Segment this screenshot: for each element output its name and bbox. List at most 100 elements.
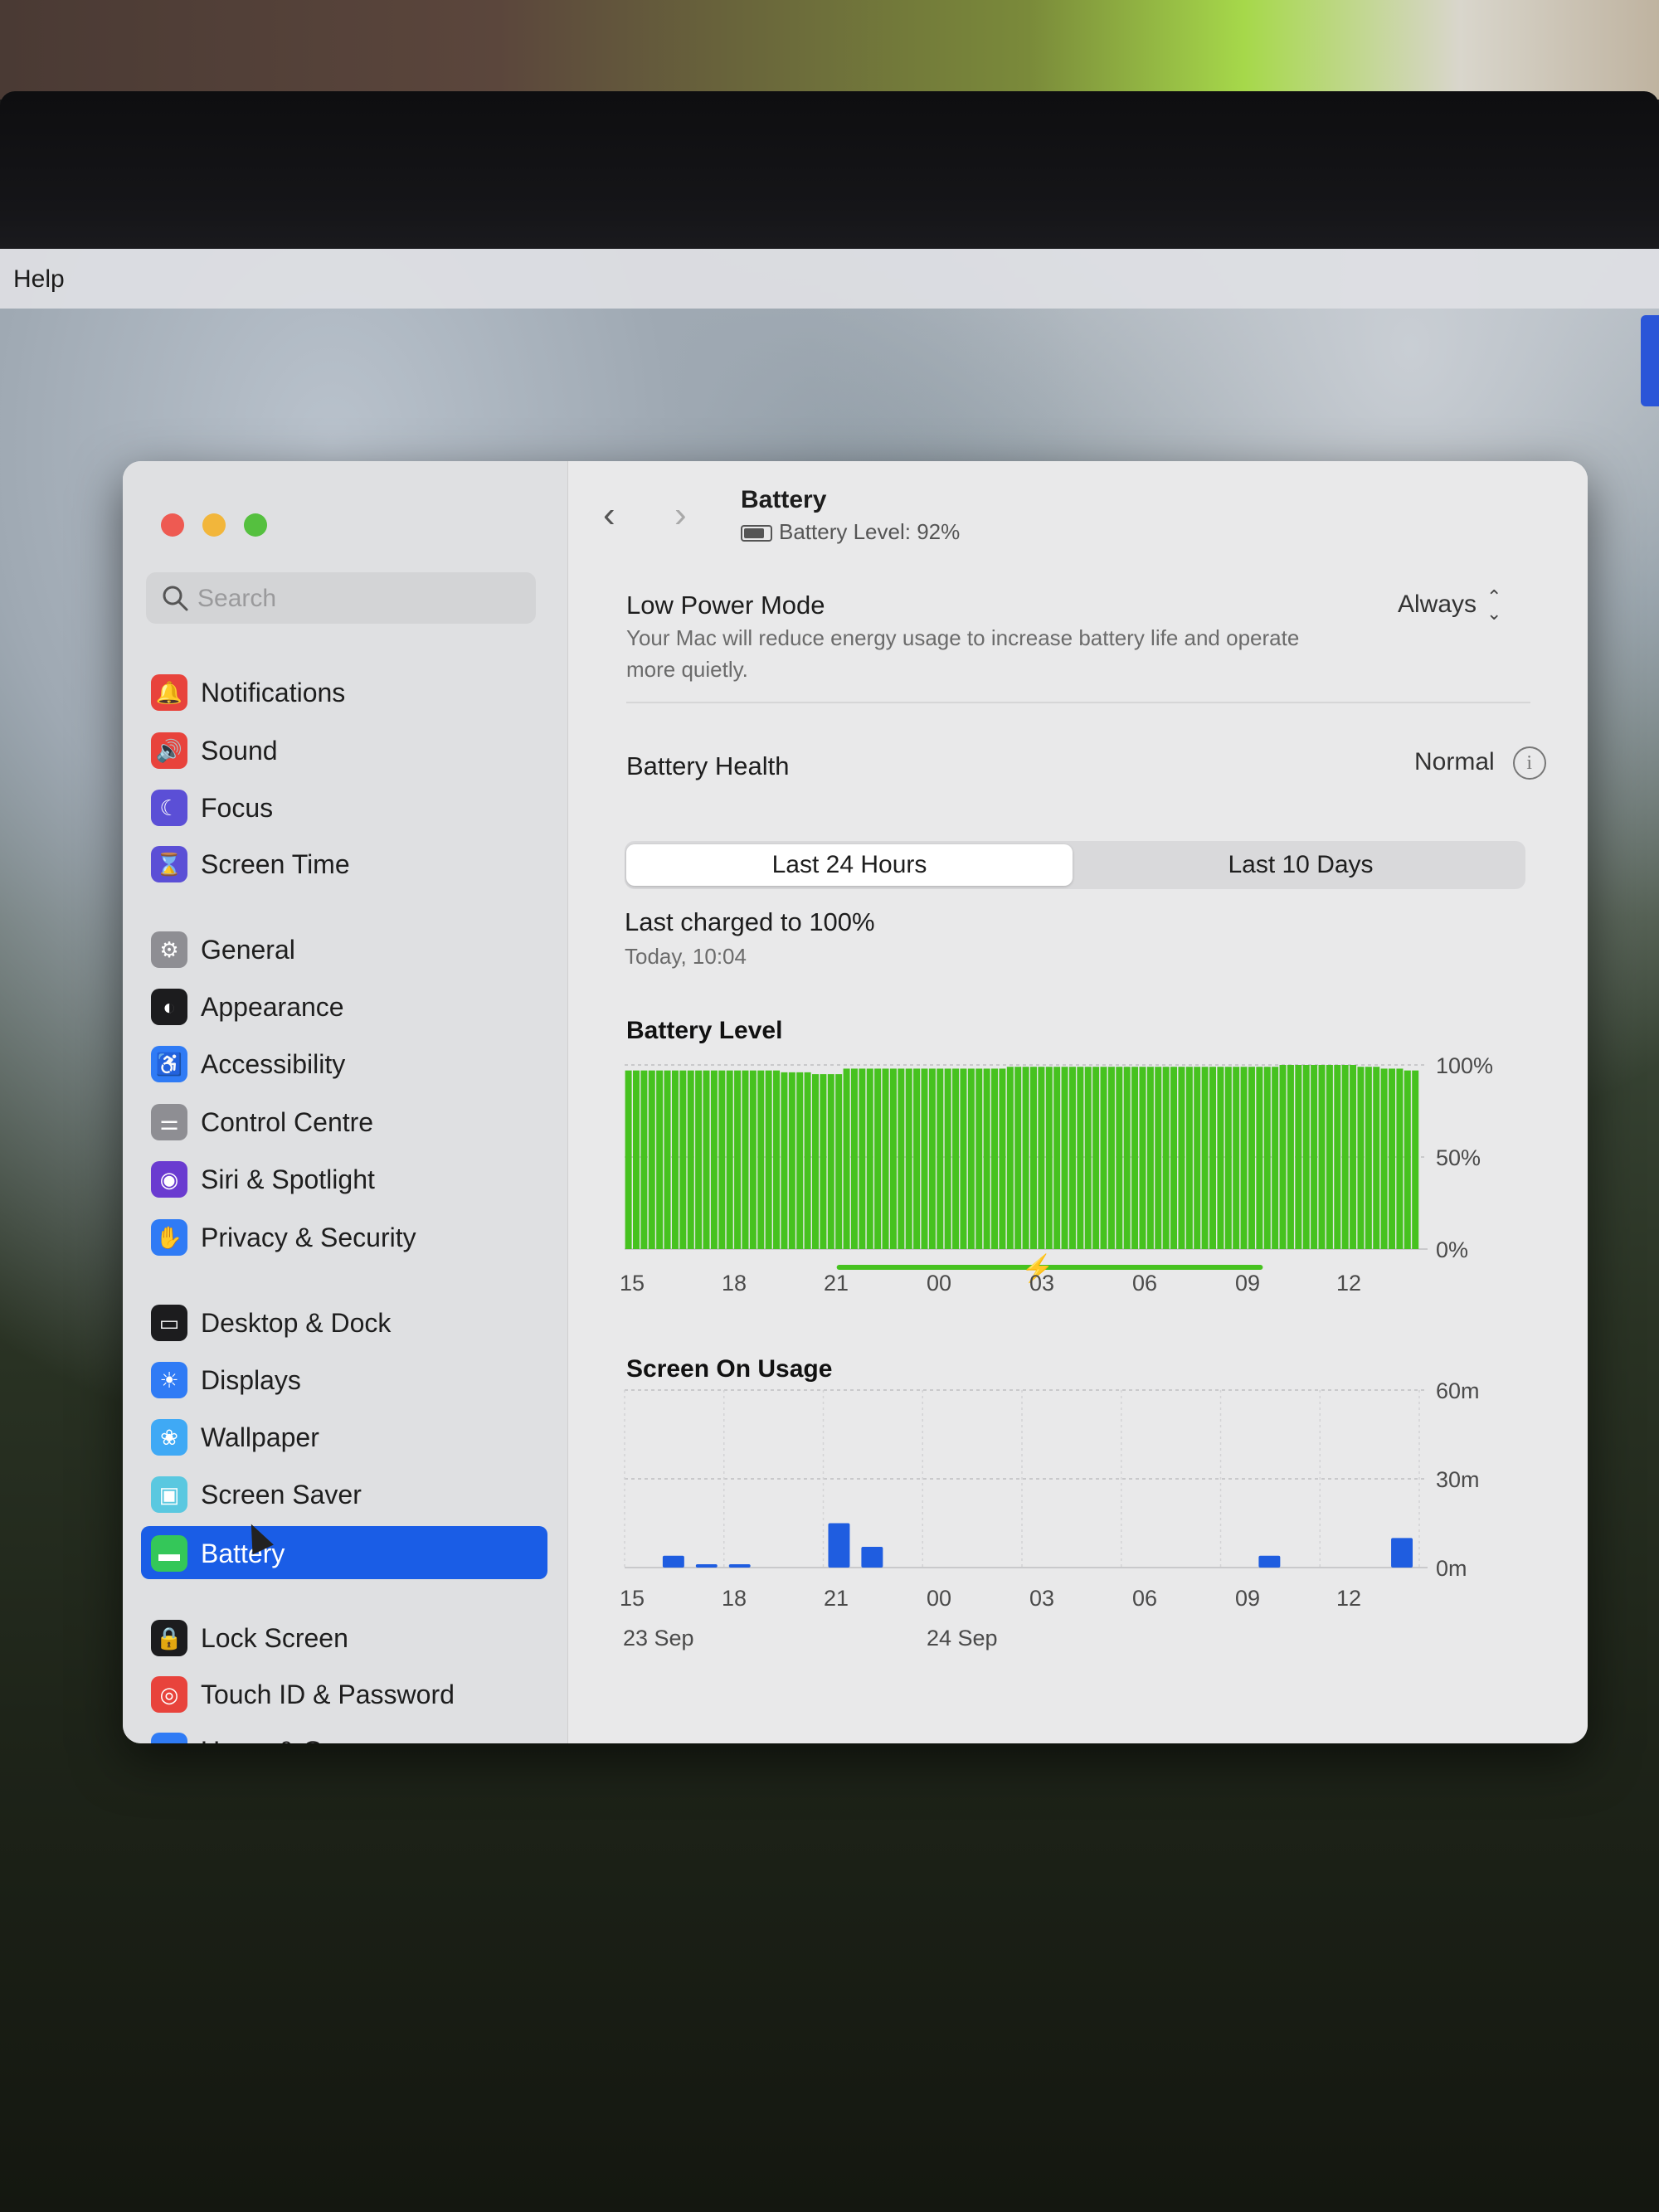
battery-bar	[664, 1070, 671, 1249]
accessibility-icon: ♿	[151, 1046, 187, 1082]
sidebar-item-sound[interactable]: 🔊 Sound	[141, 723, 547, 776]
battery-bar	[1178, 1067, 1185, 1249]
battery-bar	[656, 1070, 664, 1249]
screen-saver-icon: ▣	[151, 1476, 187, 1513]
battery-bar	[625, 1070, 632, 1249]
battery-bar	[882, 1068, 889, 1249]
battery-bar	[1014, 1067, 1022, 1249]
divider	[626, 702, 1530, 703]
menu-help[interactable]: Help	[13, 265, 65, 294]
sidebar-item-general[interactable]: ⚙ General	[141, 922, 547, 975]
sidebar-item-label: Screen Time	[201, 849, 350, 879]
sidebar-item-wallpaper[interactable]: ❀ Wallpaper	[141, 1410, 547, 1463]
battery-bar	[999, 1068, 1006, 1249]
battery-bar	[1084, 1067, 1092, 1249]
menu-bar: Help	[0, 249, 1659, 309]
sidebar-item-focus[interactable]: ☾ Focus	[141, 780, 547, 834]
usage-bar	[695, 1564, 718, 1568]
battery-icon: ▬	[151, 1535, 187, 1572]
sun-icon: ☀	[151, 1362, 187, 1398]
sidebar-item-desktop-dock[interactable]: ▭ Desktop & Dock	[141, 1296, 547, 1349]
sidebar-item-accessibility[interactable]: ♿ Accessibility	[141, 1037, 547, 1090]
y-tick-label: 0m	[1436, 1556, 1467, 1581]
sidebar-item-privacy-security[interactable]: ✋ Privacy & Security	[141, 1210, 547, 1263]
forward-chevron-icon[interactable]: ›	[674, 494, 687, 536]
battery-bar	[1209, 1067, 1217, 1249]
battery-bar	[960, 1068, 967, 1249]
sidebar-item-label: General	[201, 935, 295, 965]
battery-bar	[1263, 1067, 1271, 1249]
sidebar-item-appearance[interactable]: ◐ Appearance	[141, 980, 547, 1033]
sidebar-item-control-centre[interactable]: ⚌ Control Centre	[141, 1095, 547, 1148]
sidebar-item-screen-time[interactable]: ⌛ Screen Time	[141, 837, 547, 890]
battery-bar	[827, 1074, 834, 1249]
low-power-description: Your Mac will reduce energy usage to inc…	[626, 625, 1300, 682]
x-tick-label: 09	[1235, 1586, 1260, 1611]
siri-icon: ◉	[151, 1161, 187, 1198]
battery-bar	[781, 1072, 788, 1249]
x-tick-label: 03	[1029, 1586, 1054, 1611]
battery-bar	[703, 1070, 710, 1249]
sidebar-item-displays[interactable]: ☀ Displays	[141, 1353, 547, 1406]
usage-bar	[861, 1547, 883, 1568]
search-field[interactable]: Search	[146, 572, 536, 624]
battery-bar	[898, 1068, 905, 1249]
battery-bar	[1373, 1067, 1380, 1249]
battery-bar	[1077, 1067, 1084, 1249]
battery-level-chart-title: Battery Level	[626, 1017, 783, 1044]
time-range-segmented-control: Last 24 Hours Last 10 Days	[625, 841, 1525, 889]
battery-bar	[1256, 1067, 1263, 1249]
battery-bar	[905, 1068, 912, 1249]
battery-bar	[1162, 1067, 1170, 1249]
battery-bar	[937, 1068, 944, 1249]
info-icon[interactable]: i	[1512, 746, 1546, 780]
battery-health-value: Normal	[1414, 747, 1495, 775]
battery-bar	[1389, 1068, 1396, 1249]
battery-bar	[1029, 1067, 1037, 1249]
battery-bar	[1107, 1067, 1115, 1249]
battery-bar	[1279, 1065, 1287, 1249]
minimize-button[interactable]	[202, 513, 226, 537]
hand-icon: ✋	[151, 1219, 187, 1256]
close-button[interactable]	[161, 513, 184, 537]
battery-bar	[773, 1070, 781, 1249]
sidebar-item-battery[interactable]: ▬ Battery	[141, 1526, 547, 1579]
sidebar-item-notifications[interactable]: 🔔 Notifications	[141, 665, 547, 718]
speaker-icon: 🔊	[151, 732, 187, 769]
x-tick-label: 12	[1336, 1271, 1361, 1296]
tab-last-10-days[interactable]: Last 10 Days	[1078, 841, 1524, 889]
desktop-icon-partial[interactable]	[1641, 315, 1659, 406]
tab-last-24-hours[interactable]: Last 24 Hours	[626, 844, 1073, 886]
usage-bar	[1258, 1555, 1281, 1568]
battery-bar	[874, 1068, 882, 1249]
x-tick-label: 18	[722, 1586, 747, 1611]
battery-bar	[1170, 1067, 1178, 1249]
date-label: 23 Sep	[623, 1626, 694, 1650]
laptop-bezel	[0, 91, 1659, 277]
battery-bar	[765, 1070, 772, 1249]
back-chevron-icon[interactable]: ‹	[603, 494, 615, 536]
battery-level-text: Battery Level: 92%	[779, 519, 961, 544]
x-tick-label: 18	[722, 1271, 747, 1296]
battery-bar	[1380, 1068, 1388, 1249]
battery-bar	[687, 1070, 694, 1249]
sidebar-item-siri-spotlight[interactable]: ◉ Siri & Spotlight	[141, 1152, 547, 1205]
flower-icon: ❀	[151, 1419, 187, 1456]
sidebar-item-label: Lock Screen	[201, 1623, 348, 1653]
battery-bar	[1365, 1067, 1372, 1249]
x-tick-label: 00	[927, 1586, 951, 1611]
low-power-select[interactable]: Always ⌃ ⌄	[1398, 588, 1501, 623]
battery-bar	[718, 1070, 726, 1249]
x-tick-label: 09	[1235, 1271, 1260, 1296]
sidebar-item-screen-saver[interactable]: ▣ Screen Saver	[141, 1467, 547, 1520]
sidebar-item-label: Focus	[201, 793, 274, 823]
battery-bar	[1287, 1065, 1294, 1249]
sidebar-item-lock-screen[interactable]: 🔒 Lock Screen	[141, 1611, 547, 1664]
y-tick-label: 30m	[1436, 1467, 1480, 1492]
zoom-button[interactable]	[244, 513, 267, 537]
battery-bar	[975, 1068, 983, 1249]
battery-bar	[983, 1068, 990, 1249]
dock-icon: ▭	[151, 1305, 187, 1341]
sidebar-item-users-groups[interactable]: 👥 Users & Groups	[141, 1723, 547, 1743]
sidebar-item-touch-id-password[interactable]: ◎ Touch ID & Password	[141, 1667, 547, 1720]
